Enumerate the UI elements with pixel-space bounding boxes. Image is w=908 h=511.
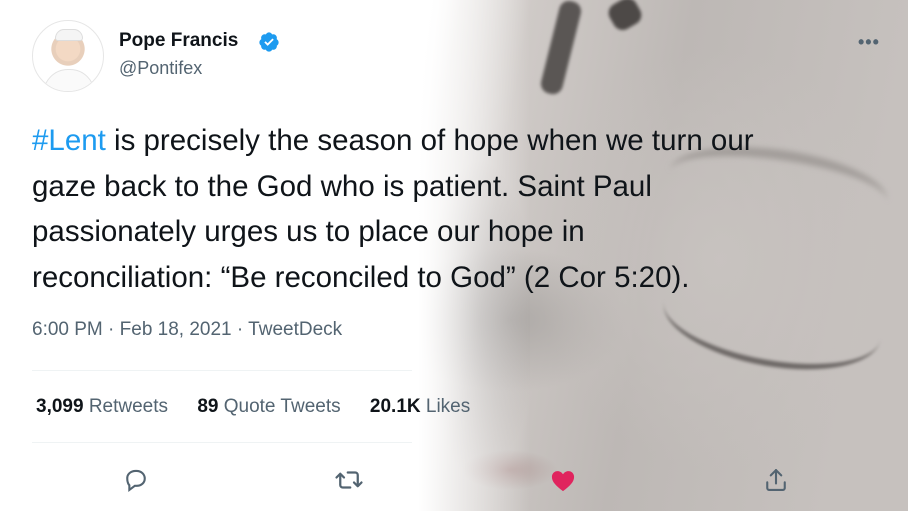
- like-button[interactable]: [548, 465, 578, 495]
- tweet-line-2: gaze back to the God who is patient. Sai…: [32, 169, 652, 203]
- heart-icon: [551, 471, 575, 492]
- likes-stat[interactable]: 20.1K Likes: [370, 396, 470, 417]
- divider: [32, 370, 412, 371]
- likes-label: Likes: [425, 396, 471, 417]
- share-icon: [766, 469, 786, 491]
- more-icon[interactable]: •••: [858, 32, 880, 53]
- tweet-timestamp[interactable]: 6:00 PM · Feb 18, 2021 · TweetDeck: [32, 319, 342, 341]
- reply-button[interactable]: [121, 465, 151, 495]
- tweet-line-1-text: is precisely the season of hope when we …: [105, 124, 754, 157]
- retweets-label: Retweets: [88, 396, 169, 417]
- share-button[interactable]: [761, 465, 791, 495]
- retweet-icon: [335, 471, 363, 489]
- author-name[interactable]: Pope Francis: [119, 30, 238, 52]
- avatar[interactable]: [32, 20, 104, 92]
- quotes-count: 89: [197, 396, 219, 417]
- quote-tweets-stat[interactable]: 89 Quote Tweets: [197, 396, 340, 417]
- likes-count: 20.1K: [369, 396, 421, 417]
- engagement-stats: 3,099 Retweets 89 Quote Tweets 20.1K Lik…: [36, 396, 494, 418]
- tweet-line-3: passionately urges us to place our hope …: [32, 215, 585, 248]
- verified-badge-icon: [259, 32, 279, 52]
- divider: [32, 442, 412, 443]
- reply-icon: [126, 469, 146, 493]
- hashtag-link[interactable]: #Lent: [32, 124, 106, 157]
- retweets-stat[interactable]: 3,099 Retweets: [36, 396, 168, 417]
- quotes-label: Quote Tweets: [223, 396, 341, 417]
- tweet-line-4: reconciliation: “Be reconciled to God” (…: [32, 260, 690, 294]
- tweet-line-1: #Lent is precisely the season of hope wh…: [32, 118, 892, 164]
- author-handle[interactable]: @Pontifex: [119, 58, 202, 79]
- retweet-button[interactable]: [334, 465, 364, 495]
- tweet-text: #Lent is precisely the season of hope wh…: [32, 118, 892, 300]
- retweets-count: 3,099: [36, 396, 84, 417]
